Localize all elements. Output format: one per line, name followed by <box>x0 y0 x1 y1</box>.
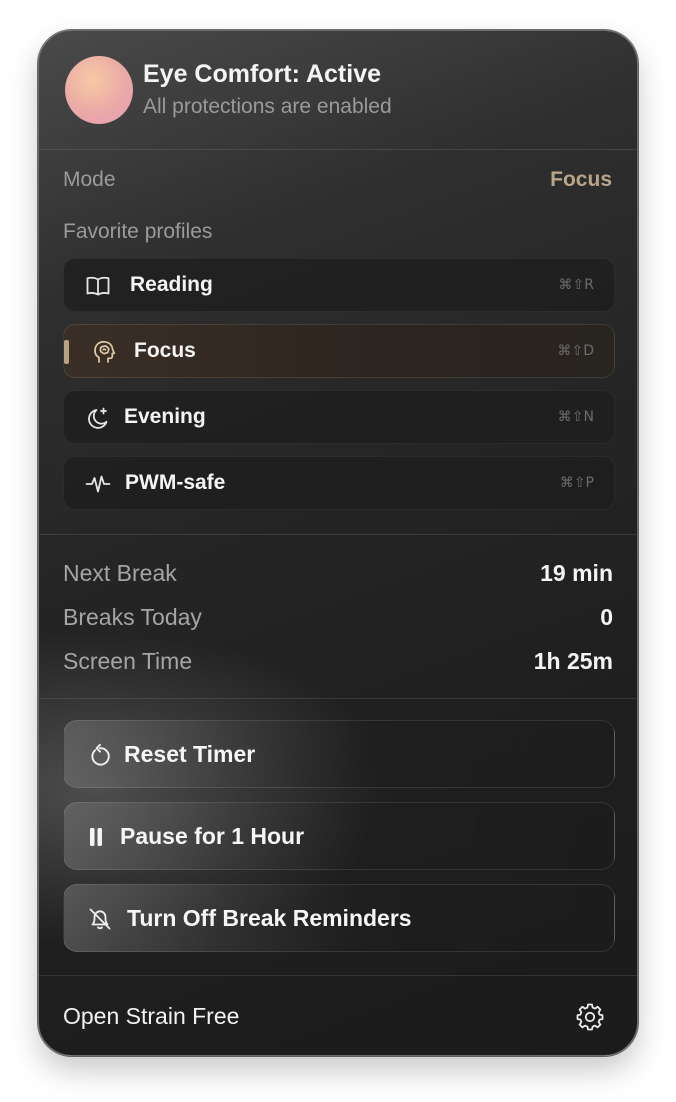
profile-label: Focus <box>134 339 196 362</box>
status-title: Eye Comfort: Active <box>143 60 382 88</box>
profile-pwm-safe[interactable]: PWM-safe ⌘⇧P <box>63 456 615 510</box>
profiles-divider <box>39 534 637 535</box>
status-subtitle: All protections are enabled <box>143 95 392 118</box>
active-indicator <box>64 340 69 364</box>
status-avatar <box>65 56 133 124</box>
next-break-value: 19 min <box>540 560 613 586</box>
open-strain-free-button[interactable]: Open Strain Free <box>63 1003 239 1030</box>
header-divider <box>39 149 637 150</box>
breaks-today-value: 0 <box>600 604 613 630</box>
turn-off-break-reminders-button[interactable]: Turn Off Break Reminders <box>63 884 615 952</box>
reset-timer-button[interactable]: Reset Timer <box>63 720 615 788</box>
screen-time-value: 1h 25m <box>533 648 613 674</box>
book-icon <box>84 272 112 300</box>
screen-time-label: Screen Time <box>63 648 193 674</box>
moon-icon <box>84 404 112 432</box>
pause-one-hour-label: Pause for 1 Hour <box>120 823 305 849</box>
reset-timer-label: Reset Timer <box>124 741 256 767</box>
waveform-icon <box>84 470 112 498</box>
reset-icon <box>86 741 114 769</box>
mode-value[interactable]: Focus <box>550 168 612 192</box>
breaks-today-label: Breaks Today <box>63 604 202 630</box>
profile-reading[interactable]: Reading ⌘⇧R <box>63 258 615 312</box>
next-break-label: Next Break <box>63 560 177 586</box>
profile-label: PWM-safe <box>125 471 226 494</box>
shortcut-hint: ⌘⇧D <box>557 343 594 359</box>
profile-evening[interactable]: Evening ⌘⇧N <box>63 390 615 444</box>
shortcut-hint: ⌘⇧P <box>559 475 594 491</box>
bell-slash-icon <box>86 905 114 933</box>
gear-icon[interactable] <box>575 1001 605 1031</box>
profile-label: Reading <box>130 273 213 296</box>
profile-label: Evening <box>124 405 206 428</box>
eye-comfort-panel: Eye Comfort: Active All protections are … <box>38 30 638 1056</box>
shortcut-hint: ⌘⇧N <box>557 409 594 425</box>
shortcut-hint: ⌘⇧R <box>558 277 594 293</box>
profile-focus[interactable]: Focus ⌘⇧D <box>63 324 615 378</box>
brain-icon <box>90 338 118 366</box>
turn-off-break-reminders-label: Turn Off Break Reminders <box>127 905 412 931</box>
favorite-profiles-label: Favorite profiles <box>63 220 213 243</box>
mode-label: Mode <box>63 168 116 191</box>
stats-divider <box>39 698 637 699</box>
pause-one-hour-button[interactable]: Pause for 1 Hour <box>63 802 615 870</box>
pause-icon <box>84 823 112 851</box>
actions-divider <box>39 975 637 976</box>
